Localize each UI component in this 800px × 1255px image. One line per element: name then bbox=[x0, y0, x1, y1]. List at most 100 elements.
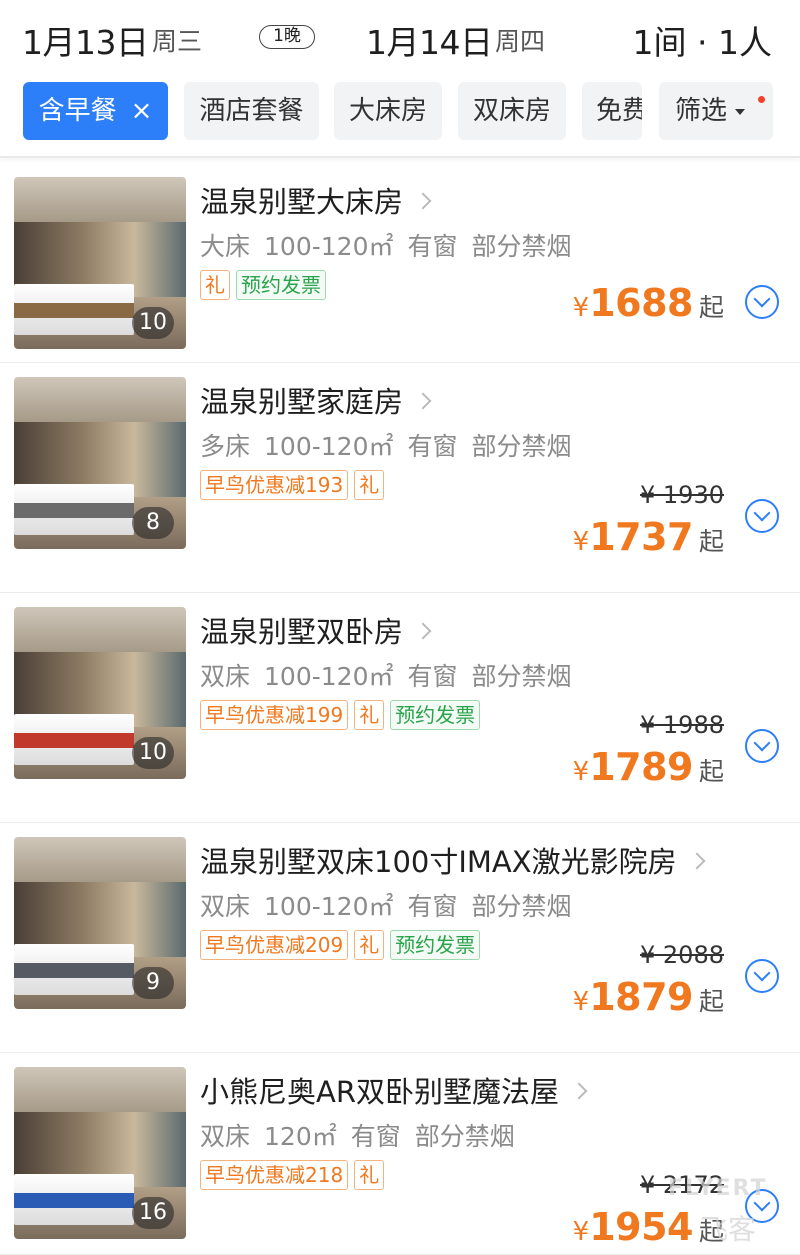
expand-chevron-icon[interactable] bbox=[745, 959, 779, 993]
photo-bed-runner bbox=[14, 1192, 135, 1209]
room-title-text: 温泉别墅双床100寸IMAX激光影院房 bbox=[200, 845, 677, 879]
expand-chevron-icon[interactable] bbox=[745, 499, 779, 533]
room-tag: 预约发票 bbox=[390, 700, 481, 730]
filter-chips: 含早餐 × 酒店套餐 大床房 双床房 免费 筛选 bbox=[0, 82, 800, 142]
room-photo[interactable]: 10 bbox=[14, 177, 186, 349]
room-tags: 早鸟优惠减209 礼预约发票 bbox=[200, 930, 486, 960]
room-smoking: 部分禁烟 bbox=[471, 662, 572, 691]
checkin-date[interactable]: 1月13日 bbox=[22, 16, 149, 64]
photo-count-badge: 10 bbox=[132, 737, 174, 769]
photo-ceiling bbox=[14, 607, 186, 652]
room-photo[interactable]: 9 bbox=[14, 837, 186, 1009]
photo-bed-runner bbox=[14, 502, 135, 519]
filter-button[interactable]: 筛选 bbox=[659, 82, 773, 140]
room-photo[interactable]: 8 bbox=[14, 377, 186, 549]
room-title-text: 温泉别墅双卧房 bbox=[200, 615, 404, 649]
room-title-text: 温泉别墅家庭房 bbox=[200, 385, 404, 419]
price-currency: ¥ bbox=[572, 757, 590, 787]
room-smoking: 部分禁烟 bbox=[471, 892, 572, 921]
room-smoking: 部分禁烟 bbox=[471, 432, 572, 461]
room-specs: 大床 100-120㎡ 有窗 部分禁烟 bbox=[200, 227, 586, 263]
close-icon[interactable]: × bbox=[131, 96, 153, 126]
chip-king-bed[interactable]: 大床房 bbox=[334, 82, 442, 140]
room-window: 有窗 bbox=[407, 432, 458, 461]
room-card[interactable]: 10 温泉别墅双卧房 双床 100-120㎡ 有窗 部分禁烟 早鸟优惠减199 礼预约发… bbox=[0, 593, 800, 823]
room-title[interactable]: 温泉别墅双床100寸IMAX激光影院房 bbox=[200, 839, 706, 881]
photo-bed-runner bbox=[14, 732, 135, 749]
room-tag: 早鸟优惠减218 bbox=[200, 1160, 349, 1190]
nights-badge: 1晚 bbox=[259, 25, 315, 49]
room-window: 有窗 bbox=[350, 1122, 401, 1151]
room-tag: 礼 bbox=[200, 270, 230, 300]
photo-count-badge: 8 bbox=[132, 507, 174, 539]
price-currency: ¥ bbox=[572, 293, 590, 323]
watermark-text: FLYERT bbox=[668, 1176, 768, 1201]
room-bed-type: 多床 bbox=[200, 432, 251, 461]
room-title[interactable]: 温泉别墅家庭房 bbox=[200, 379, 432, 421]
room-title-text: 小熊尼奥AR双卧别墅魔法屋 bbox=[200, 1075, 559, 1109]
watermark-text-cn: 飞客 bbox=[700, 1213, 757, 1246]
room-title[interactable]: 温泉别墅大床房 bbox=[200, 179, 432, 221]
price-suffix: 起 bbox=[698, 527, 724, 556]
chevron-right-icon bbox=[414, 392, 432, 410]
chevron-right-icon bbox=[570, 1082, 588, 1100]
room-tag: 预约发票 bbox=[390, 930, 481, 960]
room-window: 有窗 bbox=[407, 892, 458, 921]
room-photo[interactable]: 16 bbox=[14, 1067, 186, 1239]
chevron-right-icon bbox=[414, 622, 432, 640]
expand-chevron-icon[interactable] bbox=[745, 285, 779, 319]
price-value: 1789 bbox=[589, 745, 693, 789]
room-area: 100-120㎡ bbox=[264, 662, 394, 691]
expand-chevron-icon[interactable] bbox=[745, 729, 779, 763]
room-card[interactable]: 9 温泉别墅双床100寸IMAX激光影院房 双床 100-120㎡ 有窗 部分禁烟 早… bbox=[0, 823, 800, 1053]
room-title[interactable]: 温泉别墅双卧房 bbox=[200, 609, 432, 651]
room-bed-type: 双床 bbox=[200, 1122, 251, 1151]
price-value: 1879 bbox=[589, 975, 693, 1019]
chip-free[interactable]: 免费 bbox=[582, 82, 642, 140]
room-title[interactable]: 小熊尼奥AR双卧别墅魔法屋 bbox=[200, 1069, 588, 1111]
original-price: ¥ 2088 bbox=[640, 941, 724, 969]
photo-count-badge: 9 bbox=[132, 967, 174, 999]
checkout-date[interactable]: 1月14日 bbox=[366, 16, 493, 64]
room-photo[interactable]: 10 bbox=[14, 607, 186, 779]
rooms-guests-selector[interactable]: 1间 · 1人 bbox=[633, 16, 772, 64]
notification-dot bbox=[758, 96, 765, 103]
room-bed-type: 大床 bbox=[200, 232, 251, 261]
room-tags: 早鸟优惠减218 礼 bbox=[200, 1160, 390, 1190]
price-currency: ¥ bbox=[572, 527, 590, 557]
room-area: 100-120㎡ bbox=[264, 432, 394, 461]
chip-twin-bed[interactable]: 双床房 bbox=[458, 82, 566, 140]
room-smoking: 部分禁烟 bbox=[471, 232, 572, 261]
room-title-text: 温泉别墅大床房 bbox=[200, 185, 404, 219]
chip-breakfast[interactable]: 含早餐 × bbox=[23, 82, 168, 140]
room-bed-type: 双床 bbox=[200, 662, 251, 691]
chevron-right-icon bbox=[414, 192, 432, 210]
photo-ceiling bbox=[14, 1067, 186, 1112]
chip-hotel-package[interactable]: 酒店套餐 bbox=[184, 82, 319, 140]
room-area: 120㎡ bbox=[264, 1122, 337, 1151]
room-price: ¥1688 起 bbox=[573, 281, 724, 325]
price-suffix: 起 bbox=[698, 987, 724, 1016]
room-tag: 礼 bbox=[354, 700, 385, 730]
chevron-right-icon bbox=[688, 852, 706, 870]
price-suffix: 起 bbox=[698, 757, 724, 786]
photo-count-badge: 10 bbox=[132, 307, 174, 339]
room-tag: 早鸟优惠减193 bbox=[200, 470, 349, 500]
photo-ceiling bbox=[14, 177, 186, 222]
room-specs: 双床 100-120㎡ 有窗 部分禁烟 bbox=[200, 887, 586, 923]
room-specs: 双床 100-120㎡ 有窗 部分禁烟 bbox=[200, 657, 586, 693]
room-tags: 早鸟优惠减199 礼预约发票 bbox=[200, 700, 486, 730]
date-selector[interactable]: 1月13日 周三 1晚 1月14日 周四 1间 · 1人 bbox=[0, 0, 800, 76]
photo-bed-runner bbox=[14, 302, 135, 319]
room-window: 有窗 bbox=[407, 232, 458, 261]
photo-count-badge: 16 bbox=[132, 1197, 174, 1229]
price-value: 1954 bbox=[589, 1205, 693, 1249]
room-card[interactable]: 8 温泉别墅家庭房 多床 100-120㎡ 有窗 部分禁烟 早鸟优惠减193 礼 ¥ 1… bbox=[0, 363, 800, 593]
room-tags: 早鸟优惠减193 礼 bbox=[200, 470, 390, 500]
room-card[interactable]: 16 小熊尼奥AR双卧别墅魔法屋 双床 120㎡ 有窗 部分禁烟 早鸟优惠减218 礼 … bbox=[0, 1053, 800, 1255]
price-value: 1688 bbox=[589, 281, 693, 325]
price-value: 1737 bbox=[589, 515, 693, 559]
chip-label: 含早餐 bbox=[38, 96, 117, 126]
room-card[interactable]: 10 温泉别墅大床房 大床 100-120㎡ 有窗 部分禁烟 礼预约发票 ¥1688 起 bbox=[0, 163, 800, 363]
room-smoking: 部分禁烟 bbox=[414, 1122, 515, 1151]
